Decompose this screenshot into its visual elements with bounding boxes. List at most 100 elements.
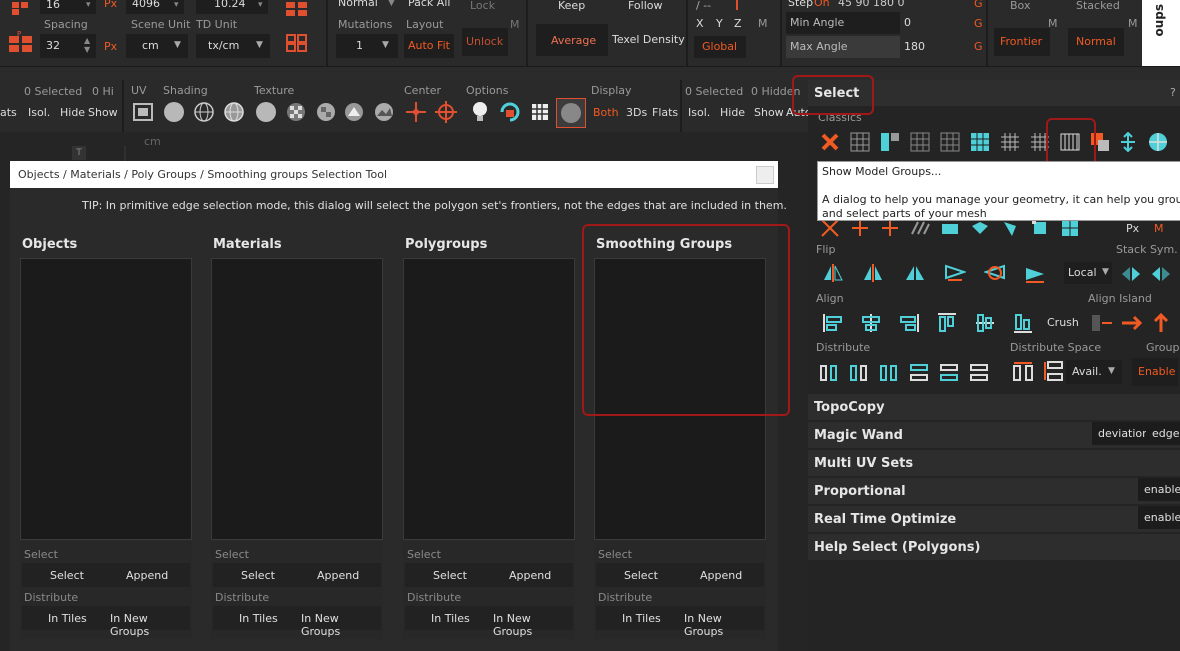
box-label[interactable]: Box bbox=[1010, 0, 1030, 12]
objects-list[interactable] bbox=[20, 258, 192, 540]
close-icon[interactable] bbox=[756, 166, 774, 184]
align-center-v-icon[interactable] bbox=[974, 312, 994, 332]
display-both-toggle[interactable]: Both bbox=[593, 106, 619, 119]
min-angle-value[interactable]: 0 bbox=[904, 16, 911, 29]
align-island-arrow-right-icon[interactable] bbox=[1120, 312, 1143, 332]
distribute-space-h-icon[interactable] bbox=[1012, 360, 1033, 381]
real-time-optimize-section[interactable]: Real Time Optimize enable bbox=[808, 506, 1180, 532]
side-tab[interactable]: oups bbox=[1142, 0, 1180, 66]
auto-fit-button[interactable]: Auto Fit bbox=[404, 34, 454, 58]
append-button[interactable]: Append bbox=[509, 569, 551, 582]
stacked-label[interactable]: Stacked bbox=[1076, 0, 1120, 12]
m-toggle[interactable]: M bbox=[1128, 17, 1138, 30]
center-target-icon[interactable] bbox=[434, 100, 458, 124]
chevron-down-icon[interactable]: ▾ bbox=[174, 0, 179, 10]
proportional-section[interactable]: Proportional enable bbox=[808, 478, 1180, 504]
t-icon[interactable]: T bbox=[72, 146, 86, 160]
align-top-icon[interactable] bbox=[936, 312, 956, 332]
td-pack-icon[interactable] bbox=[284, 32, 310, 54]
x-axis-toggle[interactable]: X bbox=[696, 17, 704, 30]
select-button[interactable]: Select bbox=[624, 569, 658, 582]
rto-enable-button[interactable]: enable bbox=[1138, 506, 1180, 529]
select-mixed-icon[interactable] bbox=[880, 132, 900, 152]
px-toggle[interactable]: Px bbox=[1126, 222, 1139, 235]
edge-button[interactable]: edge bbox=[1146, 422, 1180, 445]
in-new-groups-button[interactable]: In New Groups bbox=[301, 612, 381, 638]
select-edge-loop-icon[interactable] bbox=[820, 218, 840, 238]
polygroups-list[interactable] bbox=[403, 258, 575, 540]
stack-sym-u-icon[interactable] bbox=[1120, 264, 1140, 284]
texture-plain-icon[interactable] bbox=[256, 102, 276, 122]
normal-label[interactable]: Normal bbox=[338, 0, 378, 9]
in-new-groups-button[interactable]: In New Groups bbox=[110, 612, 190, 638]
crush-button[interactable]: Crush bbox=[1047, 316, 1079, 329]
td-unit-select[interactable]: tx/cm ▼ bbox=[196, 34, 270, 58]
keep-label[interactable]: Keep bbox=[558, 0, 585, 12]
checker-texture-icon[interactable] bbox=[286, 102, 306, 122]
align-bottom-icon[interactable] bbox=[1012, 312, 1032, 333]
multi-uv-sets-section[interactable]: Multi UV Sets bbox=[808, 450, 1180, 476]
align-island-arrow-up-icon[interactable] bbox=[1150, 312, 1170, 332]
distribute-space-v-icon[interactable] bbox=[1042, 360, 1063, 381]
help-select-section[interactable]: Help Select (Polygons) bbox=[808, 534, 1180, 560]
background-toggle-icon[interactable] bbox=[556, 98, 586, 128]
append-button[interactable]: Append bbox=[700, 569, 742, 582]
px-toggle-2[interactable]: Px bbox=[104, 40, 117, 53]
uv-view-icon[interactable] bbox=[130, 100, 156, 124]
pack-icon[interactable] bbox=[10, 0, 30, 16]
mutations-select[interactable]: 1 ▼ bbox=[336, 34, 398, 58]
distribute-middle-icon[interactable] bbox=[938, 362, 958, 382]
select-bounds-icon[interactable] bbox=[1030, 218, 1050, 238]
texture-image-icon[interactable] bbox=[374, 102, 394, 122]
in-new-groups-button[interactable]: In New Groups bbox=[684, 612, 764, 638]
select-button[interactable]: Select bbox=[50, 569, 84, 582]
lock-label[interactable]: Lock bbox=[470, 0, 495, 12]
show-button-2[interactable]: Show bbox=[754, 106, 784, 119]
avail-select[interactable]: Avail. ▼ bbox=[1066, 360, 1122, 384]
grid-icon[interactable] bbox=[530, 102, 550, 122]
isolate-button[interactable]: Isol. bbox=[28, 106, 50, 119]
wireframe-sphere-icon[interactable] bbox=[194, 102, 214, 122]
rotate-ccw-icon[interactable] bbox=[944, 262, 968, 282]
spinner-icon[interactable]: ▾ bbox=[86, 0, 91, 10]
align-left-icon[interactable] bbox=[822, 312, 842, 332]
in-tiles-button[interactable]: In Tiles bbox=[48, 612, 87, 625]
m-toggle[interactable]: M bbox=[758, 17, 768, 30]
stepper-icon[interactable]: ▲ ▼ bbox=[84, 36, 90, 54]
min-angle-field[interactable]: Min Angle bbox=[786, 12, 900, 34]
texel-density-label[interactable]: Texel Density bbox=[612, 33, 685, 46]
stats-button[interactable]: ats bbox=[0, 106, 17, 119]
align-island-left-icon[interactable] bbox=[1090, 312, 1112, 332]
select-uv-tile-icon[interactable] bbox=[940, 218, 960, 238]
g-toggle-2[interactable]: G bbox=[974, 17, 983, 30]
align-right-icon[interactable] bbox=[898, 312, 919, 332]
hide-button-2[interactable]: Hide bbox=[720, 106, 745, 119]
rotate-90-icon[interactable] bbox=[1024, 262, 1044, 283]
chevron-down-icon[interactable]: ▾ bbox=[258, 0, 263, 10]
z-axis-toggle[interactable]: Z bbox=[734, 17, 742, 30]
isolate-button-2[interactable]: Isol. bbox=[688, 106, 710, 119]
select-button[interactable]: Select bbox=[433, 569, 467, 582]
select-ring-icon[interactable] bbox=[850, 218, 870, 238]
angle-presets[interactable]: 45 90 180 0 bbox=[838, 0, 904, 9]
light-bulb-icon[interactable] bbox=[470, 100, 490, 124]
select-all-grid-icon[interactable] bbox=[850, 132, 870, 152]
in-new-groups-button[interactable]: In New Groups bbox=[493, 612, 573, 638]
distribute-left-icon[interactable] bbox=[818, 362, 838, 382]
average-button[interactable]: Average bbox=[536, 24, 608, 56]
select-path-icon[interactable] bbox=[880, 218, 900, 238]
rotate-cw-icon[interactable] bbox=[982, 262, 1005, 282]
select-sphere-icon[interactable] bbox=[1148, 132, 1168, 152]
select-faces-icon[interactable] bbox=[910, 132, 930, 152]
unlock-button[interactable]: Unlock bbox=[462, 28, 508, 56]
shading-flat-icon[interactable] bbox=[164, 102, 184, 122]
distribute-right-icon[interactable] bbox=[878, 362, 898, 382]
checker-color-icon[interactable] bbox=[316, 102, 336, 122]
select-symmetry-icon[interactable] bbox=[1118, 131, 1138, 153]
magic-wand-section[interactable]: Magic Wand deviation edge bbox=[808, 422, 1180, 448]
pack-grid-icon[interactable] bbox=[284, 0, 310, 18]
spacing-pack-icon[interactable]: P bbox=[8, 30, 34, 54]
select-islands-icon[interactable] bbox=[970, 132, 990, 152]
grow-selection-icon[interactable] bbox=[1000, 132, 1020, 152]
materials-list[interactable] bbox=[211, 258, 383, 540]
